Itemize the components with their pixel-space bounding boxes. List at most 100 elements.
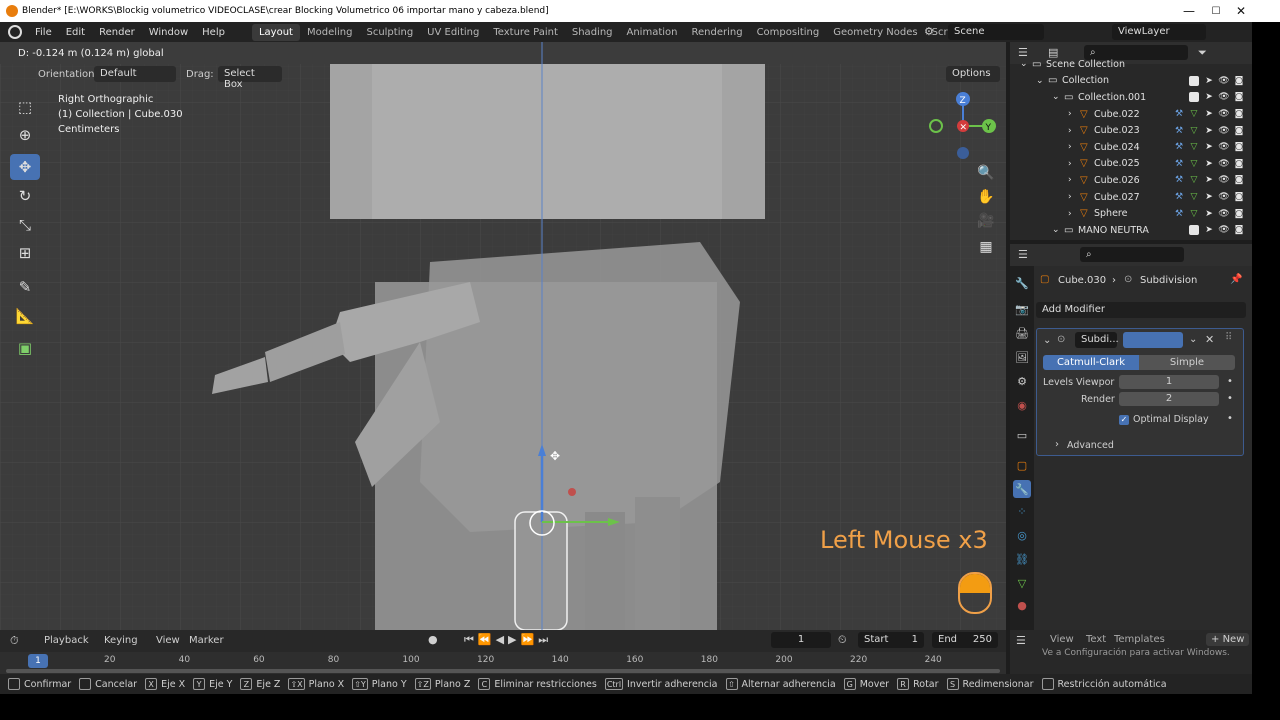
outliner-row[interactable]: › ▽ Sphere ⚒ ▽ ➤ 👁 ◙ <box>1010 205 1252 222</box>
select-arrow-icon[interactable]: ➤ <box>1204 209 1214 219</box>
camera-render-icon[interactable]: ◙ <box>1234 175 1244 185</box>
physics-tab-icon[interactable]: ◎ <box>1013 526 1031 544</box>
new-text-button[interactable]: + New <box>1206 633 1250 646</box>
render-levels-field[interactable]: 2 <box>1119 392 1219 406</box>
outliner-row[interactable]: › ▽ Cube.022 ⚒ ▽ ➤ 👁 ◙ <box>1010 106 1252 123</box>
menu-file[interactable]: File <box>28 27 59 38</box>
camera-render-icon[interactable]: ◙ <box>1234 192 1244 202</box>
view-layer-tab-icon[interactable]: 🖼 <box>1013 348 1031 366</box>
include-checkbox[interactable] <box>1189 75 1199 86</box>
visibility-controls[interactable]: ➤ 👁 ◙ <box>1189 92 1244 103</box>
tab-geometry-nodes[interactable]: Geometry Nodes <box>826 24 924 41</box>
expand-arrow-icon[interactable]: ⌄ <box>1036 76 1044 86</box>
tab-animation[interactable]: Animation <box>620 24 685 41</box>
outliner-row[interactable]: ⌄ ▭ Collection ➤ 👁 ◙ <box>1010 73 1252 90</box>
camera-render-icon[interactable]: ◙ <box>1234 159 1244 169</box>
scale-tool-button[interactable]: ⤡ <box>10 212 40 238</box>
pin-icon[interactable]: 📌 <box>1230 274 1242 285</box>
eye-icon[interactable]: 👁 <box>1218 225 1229 235</box>
menu-render[interactable]: Render <box>92 27 142 38</box>
minimize-button[interactable]: — <box>1176 0 1202 22</box>
visibility-controls[interactable]: ⚒ ▽ ➤ 👁 ◙ <box>1174 192 1244 202</box>
visibility-controls[interactable]: ⚒ ▽ ➤ 👁 ◙ <box>1174 209 1244 219</box>
visibility-controls[interactable]: ⚒ ▽ ➤ 👁 ◙ <box>1174 109 1244 119</box>
menu-text[interactable]: Text <box>1086 634 1106 645</box>
outliner-row[interactable]: ⌄ ▭ MANO NEUTRA ➤ 👁 ◙ <box>1010 222 1252 239</box>
keyframe-dot-icon[interactable]: • <box>1227 376 1233 387</box>
tool-tab-icon[interactable]: 🔧 <box>1013 274 1031 292</box>
eye-icon[interactable]: 👁 <box>1218 192 1229 202</box>
expand-arrow-icon[interactable]: › <box>1068 109 1072 119</box>
add-cube-tool-button[interactable]: ▣ <box>10 335 40 361</box>
ortho-grid-icon[interactable]: ▦ <box>974 236 998 258</box>
render-tab-icon[interactable]: 📷 <box>1013 300 1031 318</box>
outliner-row[interactable]: ⌄ ▭ Collection.001 ➤ 👁 ◙ <box>1010 89 1252 106</box>
select-tool-button[interactable]: ⬚ <box>10 94 40 120</box>
object-tab-icon[interactable]: ▢ <box>1013 456 1031 474</box>
timeline-panel[interactable]: ⏱ Playback Keying View Marker ● ⏮⏪◀▶⏩⏭ 1… <box>0 630 1006 674</box>
camera-render-icon[interactable]: ◙ <box>1234 76 1244 86</box>
tab-sculpting[interactable]: Sculpting <box>359 24 420 41</box>
catmull-clark-button[interactable]: Catmull-Clark <box>1043 355 1139 370</box>
menu-view[interactable]: View <box>156 635 180 646</box>
keyframe-dot-icon[interactable]: • <box>1227 393 1233 404</box>
visibility-controls[interactable]: ➤ 👁 ◙ <box>1189 75 1244 86</box>
annotate-tool-button[interactable]: ✎ <box>10 274 40 300</box>
collapse-chevron-icon[interactable]: ⌄ <box>1043 335 1051 346</box>
drag-dropdown[interactable]: Select Box <box>218 66 282 90</box>
expand-arrow-icon[interactable]: › <box>1068 159 1072 169</box>
current-frame-field[interactable]: 1 <box>771 632 831 648</box>
outliner-row[interactable]: ⌄ ▭ Scene Collection <box>1010 56 1252 73</box>
modifier-dropdown-icon[interactable]: ⌄ <box>1189 334 1197 345</box>
keyframe-dot-icon[interactable]: • <box>1227 413 1233 424</box>
eye-icon[interactable]: 👁 <box>1218 92 1229 102</box>
scene-tab-icon[interactable]: ⚙ <box>1013 372 1031 390</box>
visibility-controls[interactable]: ⚒ ▽ ➤ 👁 ◙ <box>1174 175 1244 185</box>
outliner-row[interactable]: › ▽ Cube.026 ⚒ ▽ ➤ 👁 ◙ <box>1010 172 1252 189</box>
properties-panel[interactable]: ☰ ⌕ 🔧 📷 🖨 🖼 ⚙ ◉ ▭ ▢ 🔧 ⁘ ◎ ⛓ ▽ ● ▢ Cube.0… <box>1010 244 1252 630</box>
menu-marker[interactable]: Marker <box>189 635 224 646</box>
eye-icon[interactable]: 👁 <box>1218 109 1229 119</box>
maximize-button[interactable]: ☐ <box>1203 0 1229 22</box>
eye-icon[interactable]: 👁 <box>1218 126 1229 136</box>
tab-modeling[interactable]: Modeling <box>300 24 360 41</box>
record-icon[interactable]: ● <box>428 633 438 646</box>
advanced-chevron-icon[interactable]: › <box>1055 439 1059 450</box>
add-modifier-button[interactable]: Add Modifier <box>1036 302 1246 318</box>
tab-uv-editing[interactable]: UV Editing <box>420 24 486 41</box>
zoom-icon[interactable]: 🔍 <box>974 162 998 184</box>
select-arrow-icon[interactable]: ➤ <box>1204 175 1214 185</box>
data-tab-icon[interactable]: ▽ <box>1013 574 1031 592</box>
modifier-tab-icon[interactable]: 🔧 <box>1013 480 1031 498</box>
select-arrow-icon[interactable]: ➤ <box>1204 192 1214 202</box>
camera-render-icon[interactable]: ◙ <box>1234 126 1244 136</box>
levels-viewport-field[interactable]: 1 <box>1119 375 1219 389</box>
menu-help[interactable]: Help <box>195 27 232 38</box>
select-arrow-icon[interactable]: ➤ <box>1204 225 1214 235</box>
measure-tool-button[interactable]: 📐 <box>10 303 40 329</box>
expand-arrow-icon[interactable]: › <box>1068 175 1072 185</box>
menu-edit[interactable]: Edit <box>59 27 92 38</box>
scene-field[interactable]: Scene <box>948 24 1044 40</box>
eye-icon[interactable]: 👁 <box>1218 209 1229 219</box>
tab-compositing[interactable]: Compositing <box>750 24 827 41</box>
expand-arrow-icon[interactable]: › <box>1068 126 1072 136</box>
world-tab-icon[interactable]: ◉ <box>1013 396 1031 414</box>
start-frame-field[interactable]: Start 1 <box>858 632 924 648</box>
close-button[interactable]: ✕ <box>1228 0 1254 22</box>
options-dropdown[interactable]: Options <box>946 66 1000 82</box>
modifier-name-field[interactable]: Subdi... <box>1075 332 1119 348</box>
collection-tab-icon[interactable]: ▭ <box>1013 426 1031 444</box>
pan-hand-icon[interactable]: ✋ <box>974 186 998 208</box>
transform-tool-button[interactable]: ⊞ <box>10 240 40 266</box>
camera-render-icon[interactable]: ◙ <box>1234 209 1244 219</box>
eye-icon[interactable]: 👁 <box>1218 175 1229 185</box>
camera-render-icon[interactable]: ◙ <box>1234 92 1244 102</box>
outliner-row[interactable]: › ▽ Cube.025 ⚒ ▽ ➤ 👁 ◙ <box>1010 156 1252 173</box>
eye-icon[interactable]: 👁 <box>1218 159 1229 169</box>
move-tool-button[interactable]: ✥ <box>10 154 40 180</box>
select-arrow-icon[interactable]: ➤ <box>1204 126 1214 136</box>
expand-arrow-icon[interactable]: › <box>1068 209 1072 219</box>
eye-icon[interactable]: 👁 <box>1218 76 1229 86</box>
current-frame-marker[interactable]: 1 <box>28 654 48 668</box>
